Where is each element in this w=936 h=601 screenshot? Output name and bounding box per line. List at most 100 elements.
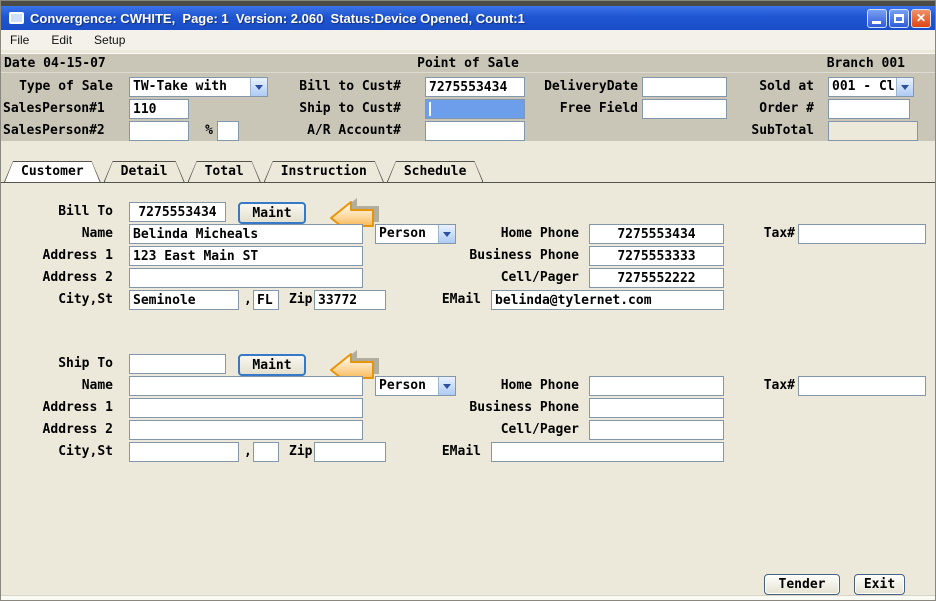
- bill-home-phone-input[interactable]: [589, 224, 724, 244]
- close-button[interactable]: ✕: [911, 8, 931, 28]
- bill-cell-pager-input[interactable]: [589, 268, 724, 288]
- ship-address2-label: Address 2: [42, 422, 113, 437]
- type-of-sale-dropdown-arrow-icon[interactable]: [250, 78, 267, 96]
- menu-edit[interactable]: Edit: [51, 33, 72, 47]
- bill-name-label: Name: [81, 226, 113, 241]
- menu-setup[interactable]: Setup: [94, 33, 125, 47]
- bill-tax-label: Tax#: [763, 226, 795, 241]
- ar-account-input[interactable]: [425, 121, 525, 141]
- ship-address2-input[interactable]: [129, 420, 363, 440]
- bill-email-label: EMail: [441, 292, 481, 307]
- type-of-sale-select[interactable]: TW-Take with: [129, 77, 268, 97]
- ship-cell-pager-input[interactable]: [589, 420, 724, 440]
- ship-to-cust-input[interactable]: [425, 99, 525, 119]
- maximize-button[interactable]: [889, 8, 909, 28]
- bill-zip-label: Zip: [289, 292, 313, 307]
- tab-detail[interactable]: Detail: [104, 161, 185, 182]
- ship-to-maint-button[interactable]: Maint: [238, 354, 306, 376]
- bill-business-phone-input[interactable]: [589, 246, 724, 266]
- ship-to-cust-field[interactable]: [129, 354, 226, 374]
- sold-at-select[interactable]: 001 - Cl: [828, 77, 914, 97]
- ship-name-input[interactable]: [129, 376, 363, 396]
- bottom-edge-strip: [1, 595, 935, 600]
- ship-email-label: EMail: [441, 444, 481, 459]
- ship-tax-label: Tax#: [763, 378, 795, 393]
- ship-tax-input[interactable]: [798, 376, 926, 396]
- bill-to-label: Bill To: [58, 204, 113, 219]
- bill-address1-label: Address 1: [42, 248, 113, 263]
- ship-state-input[interactable]: [253, 442, 279, 462]
- tab-customer[interactable]: Customer: [4, 161, 101, 182]
- type-of-sale-label: Type of Sale: [19, 79, 113, 94]
- ship-email-input[interactable]: [491, 442, 724, 462]
- percent-input[interactable]: [217, 121, 239, 141]
- titlebar: Convergence: CWHITE, Page: 1 Version: 2.…: [1, 6, 935, 30]
- bill-zip-input[interactable]: [314, 290, 386, 310]
- salesperson1-input[interactable]: [129, 99, 189, 119]
- window-title: Convergence: CWHITE, Page: 1 Version: 2.…: [30, 10, 525, 26]
- ship-to-cust-label: Ship to Cust#: [299, 101, 401, 116]
- ship-name-label: Name: [81, 378, 113, 393]
- bill-to-cust-label: Bill to Cust#: [299, 79, 401, 94]
- menu-file[interactable]: File: [10, 33, 29, 47]
- bill-address1-input[interactable]: [129, 246, 363, 266]
- tender-button[interactable]: Tender: [764, 574, 840, 595]
- delivery-date-label: DeliveryDate: [544, 79, 638, 94]
- pos-header-row: Date 04-15-07 Point of Sale Branch 001: [1, 54, 935, 73]
- ship-zip-label: Zip: [289, 444, 313, 459]
- ship-address1-input[interactable]: [129, 398, 363, 418]
- app-window: Convergence: CWHITE, Page: 1 Version: 2.…: [0, 0, 936, 601]
- text-caret: [429, 102, 431, 116]
- tab-instruction[interactable]: Instruction: [264, 161, 384, 182]
- bill-email-input[interactable]: [491, 290, 724, 310]
- bill-to-cust-field[interactable]: [129, 202, 226, 222]
- free-field-input[interactable]: [642, 99, 727, 119]
- bill-business-phone-label: Business Phone: [469, 248, 579, 263]
- ship-home-phone-label: Home Phone: [500, 378, 579, 393]
- bill-state-input[interactable]: [253, 290, 279, 310]
- bill-tax-input[interactable]: [798, 224, 926, 244]
- sold-at-label: Sold at: [759, 79, 814, 94]
- ar-account-label: A/R Account#: [307, 123, 401, 138]
- bill-name-input[interactable]: [129, 224, 363, 244]
- sold-at-dropdown-arrow-icon[interactable]: [896, 78, 913, 96]
- type-of-sale-value: TW-Take with: [133, 79, 227, 94]
- sold-at-value: 001 - Cl: [832, 79, 895, 94]
- ship-business-phone-input[interactable]: [589, 398, 724, 418]
- ship-comma-label: ,: [244, 444, 252, 459]
- bill-address2-input[interactable]: [129, 268, 363, 288]
- ship-zip-input[interactable]: [314, 442, 386, 462]
- bill-city-input[interactable]: [129, 290, 239, 310]
- bill-home-phone-label: Home Phone: [500, 226, 579, 241]
- free-field-label: Free Field: [559, 101, 638, 116]
- ship-person-value: Person: [379, 378, 426, 393]
- delivery-date-input[interactable]: [642, 77, 727, 97]
- ship-city-input[interactable]: [129, 442, 239, 462]
- salesperson2-label: SalesPerson#2: [3, 123, 105, 138]
- bill-cell-pager-label: Cell/Pager: [500, 270, 579, 285]
- maximize-icon: [894, 13, 904, 23]
- tab-bar: Customer Detail Total Instruction Schedu…: [1, 161, 935, 183]
- exit-button[interactable]: Exit: [854, 574, 905, 595]
- minimize-button[interactable]: [867, 8, 887, 28]
- branch-label: Branch 001: [826, 56, 905, 71]
- percent-label: %: [205, 123, 213, 138]
- tab-baseline: [1, 182, 935, 183]
- minimize-icon: [872, 20, 881, 24]
- tab-schedule[interactable]: Schedule: [387, 161, 484, 182]
- bill-to-cust-input[interactable]: [425, 77, 525, 97]
- tab-total[interactable]: Total: [188, 161, 261, 182]
- app-icon: [9, 12, 24, 24]
- ship-home-phone-input[interactable]: [589, 376, 724, 396]
- ship-city-st-label: City,St: [58, 444, 113, 459]
- subtotal-field: [828, 121, 918, 141]
- salesperson2-input[interactable]: [129, 121, 189, 141]
- order-num-input[interactable]: [828, 99, 910, 119]
- ship-business-phone-label: Business Phone: [469, 400, 579, 415]
- order-num-label: Order #: [759, 101, 814, 116]
- subtotal-label: SubTotal: [751, 123, 814, 138]
- bill-address2-label: Address 2: [42, 270, 113, 285]
- bill-person-value: Person: [379, 226, 426, 241]
- bill-to-maint-button[interactable]: Maint: [238, 202, 306, 224]
- ship-cell-pager-label: Cell/Pager: [500, 422, 579, 437]
